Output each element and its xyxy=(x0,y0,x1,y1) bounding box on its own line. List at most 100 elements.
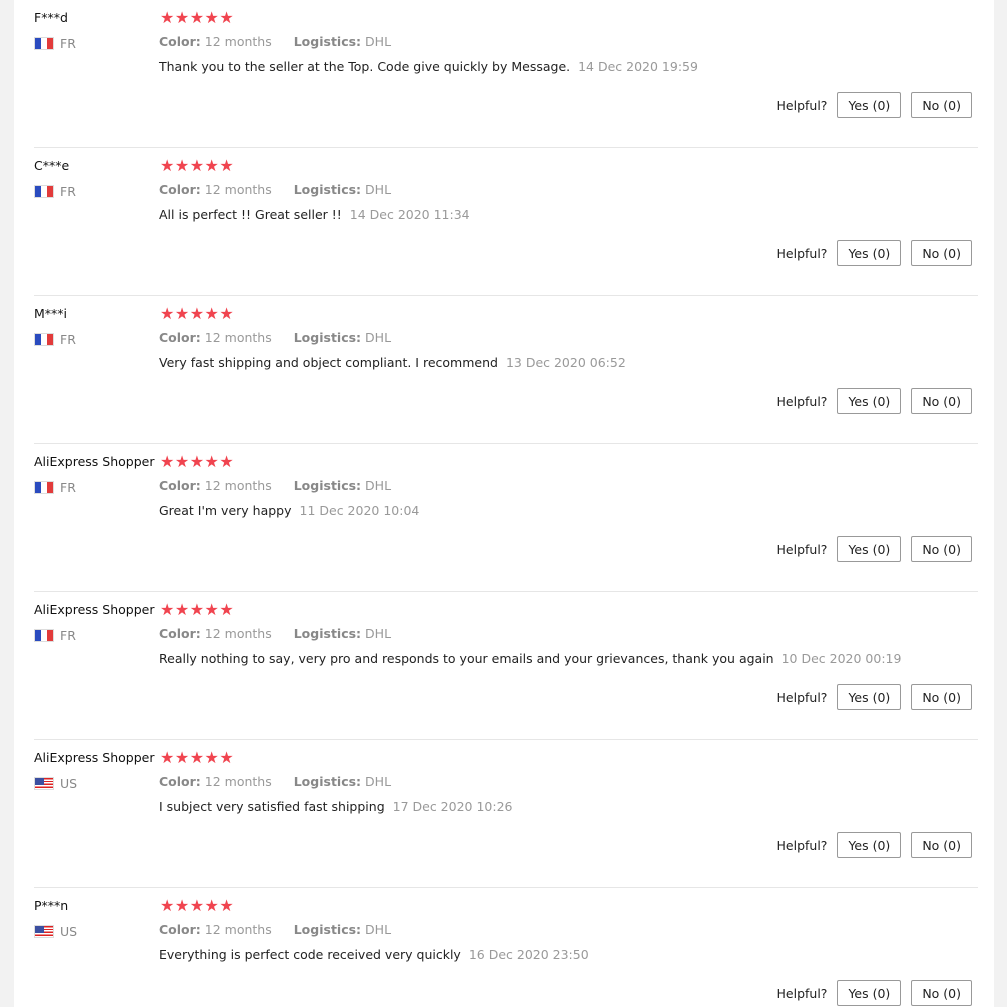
helpful-vote: Helpful? Yes (0) No (0) xyxy=(777,388,972,414)
logistics-value: DHL xyxy=(365,34,392,49)
helpful-label: Helpful? xyxy=(776,245,828,261)
helpful-vote: Helpful? Yes (0) No (0) xyxy=(777,980,972,1006)
purchase-attributes: Color: 12 months Logistics: DHL xyxy=(159,478,391,493)
review-text: Great I'm very happy xyxy=(159,503,292,518)
star-icon: ★ xyxy=(189,452,205,471)
color-value: 12 months xyxy=(204,478,272,493)
flag-fr-icon xyxy=(34,36,54,50)
helpful-yes-button[interactable]: Yes (0) xyxy=(837,684,902,710)
star-icon: ★ xyxy=(189,896,205,915)
country-code: FR xyxy=(60,331,76,347)
helpful-label: Helpful? xyxy=(776,541,828,557)
star-icon: ★ xyxy=(219,8,235,27)
review-date: 14 Dec 2020 19:59 xyxy=(578,59,698,74)
star-icon: ★ xyxy=(174,452,190,471)
helpful-no-button[interactable]: No (0) xyxy=(911,388,972,414)
helpful-yes-button[interactable]: Yes (0) xyxy=(837,388,902,414)
helpful-yes-button[interactable]: Yes (0) xyxy=(837,92,902,118)
star-rating: ★★★★★ xyxy=(160,600,234,620)
star-icon: ★ xyxy=(204,600,220,619)
star-icon: ★ xyxy=(204,896,220,915)
logistics-label: Logistics: xyxy=(293,34,362,49)
color-value: 12 months xyxy=(204,774,272,789)
flag-us-icon xyxy=(34,924,54,938)
logistics-label: Logistics: xyxy=(293,478,362,493)
flag-fr-icon xyxy=(34,480,54,494)
star-icon: ★ xyxy=(204,748,220,767)
color-label: Color: xyxy=(159,34,201,49)
star-icon: ★ xyxy=(219,896,235,915)
helpful-no-button[interactable]: No (0) xyxy=(911,536,972,562)
review-item: AliExpress Shopper FR ★★★★★ Color: 12 mo… xyxy=(34,444,978,592)
flag-fr-icon xyxy=(34,184,54,198)
country-code: FR xyxy=(60,35,76,51)
helpful-yes-button[interactable]: Yes (0) xyxy=(837,832,902,858)
reviews-panel: F***d FR ★★★★★ Color: 12 months Logistic… xyxy=(14,0,994,1007)
reviewer-name: F***d xyxy=(34,10,68,25)
review-item: M***i FR ★★★★★ Color: 12 months Logistic… xyxy=(34,296,978,444)
country-code: US xyxy=(60,775,78,791)
review-date: 14 Dec 2020 11:34 xyxy=(349,207,470,222)
review-item: AliExpress Shopper FR ★★★★★ Color: 12 mo… xyxy=(34,592,978,740)
review-content: Very fast shipping and object compliant.… xyxy=(159,355,626,370)
review-content: Great I'm very happy 11 Dec 2020 10:04 xyxy=(159,503,419,518)
reviewer-name: AliExpress Shopper xyxy=(34,750,155,765)
star-icon: ★ xyxy=(219,748,235,767)
star-icon: ★ xyxy=(219,600,235,619)
helpful-yes-button[interactable]: Yes (0) xyxy=(837,240,902,266)
review-text: Everything is perfect code received very… xyxy=(159,947,461,962)
helpful-no-button[interactable]: No (0) xyxy=(911,980,972,1006)
color-value: 12 months xyxy=(204,34,272,49)
purchase-attributes: Color: 12 months Logistics: DHL xyxy=(159,34,391,49)
star-icon: ★ xyxy=(174,896,190,915)
star-icon: ★ xyxy=(189,748,205,767)
review-content: Thank you to the seller at the Top. Code… xyxy=(159,59,698,74)
color-label: Color: xyxy=(159,330,201,345)
star-icon: ★ xyxy=(189,156,205,175)
logistics-value: DHL xyxy=(365,478,392,493)
helpful-yes-button[interactable]: Yes (0) xyxy=(837,536,902,562)
helpful-no-button[interactable]: No (0) xyxy=(911,832,972,858)
country-code: FR xyxy=(60,479,76,495)
review-item: AliExpress Shopper US ★★★★★ Color: 12 mo… xyxy=(34,740,978,888)
helpful-label: Helpful? xyxy=(776,837,828,853)
reviewer-name: AliExpress Shopper xyxy=(34,454,155,469)
review-text: Thank you to the seller at the Top. Code… xyxy=(159,59,571,74)
star-icon: ★ xyxy=(189,304,205,323)
purchase-attributes: Color: 12 months Logistics: DHL xyxy=(159,922,391,937)
helpful-vote: Helpful? Yes (0) No (0) xyxy=(777,92,972,118)
star-rating: ★★★★★ xyxy=(160,156,234,176)
helpful-vote: Helpful? Yes (0) No (0) xyxy=(777,240,972,266)
reviewer-name: P***n xyxy=(34,898,69,913)
helpful-label: Helpful? xyxy=(776,689,828,705)
logistics-value: DHL xyxy=(365,330,392,345)
reviewer-country: FR xyxy=(34,479,76,495)
logistics-value: DHL xyxy=(365,182,392,197)
reviewer-country: US xyxy=(34,775,77,791)
star-rating: ★★★★★ xyxy=(160,8,234,28)
helpful-no-button[interactable]: No (0) xyxy=(911,92,972,118)
review-date: 13 Dec 2020 06:52 xyxy=(505,355,626,370)
purchase-attributes: Color: 12 months Logistics: DHL xyxy=(159,182,391,197)
logistics-label: Logistics: xyxy=(293,182,362,197)
review-date: 17 Dec 2020 10:26 xyxy=(392,799,513,814)
helpful-label: Helpful? xyxy=(776,97,828,113)
flag-us-icon xyxy=(34,776,54,790)
review-content: All is perfect !! Great seller !! 14 Dec … xyxy=(159,207,470,222)
purchase-attributes: Color: 12 months Logistics: DHL xyxy=(159,330,391,345)
color-label: Color: xyxy=(159,626,201,641)
color-label: Color: xyxy=(159,478,201,493)
review-content: I subject very satisfied fast shipping 17… xyxy=(159,799,512,814)
star-icon: ★ xyxy=(204,156,220,175)
star-icon: ★ xyxy=(174,304,190,323)
review-text: I subject very satisfied fast shipping xyxy=(159,799,385,814)
reviewer-name: C***e xyxy=(34,158,70,173)
helpful-no-button[interactable]: No (0) xyxy=(911,240,972,266)
helpful-no-button[interactable]: No (0) xyxy=(911,684,972,710)
helpful-yes-button[interactable]: Yes (0) xyxy=(837,980,902,1006)
logistics-label: Logistics: xyxy=(293,922,362,937)
star-icon: ★ xyxy=(189,8,205,27)
star-icon: ★ xyxy=(189,600,205,619)
star-rating: ★★★★★ xyxy=(160,748,234,768)
star-icon: ★ xyxy=(204,452,220,471)
